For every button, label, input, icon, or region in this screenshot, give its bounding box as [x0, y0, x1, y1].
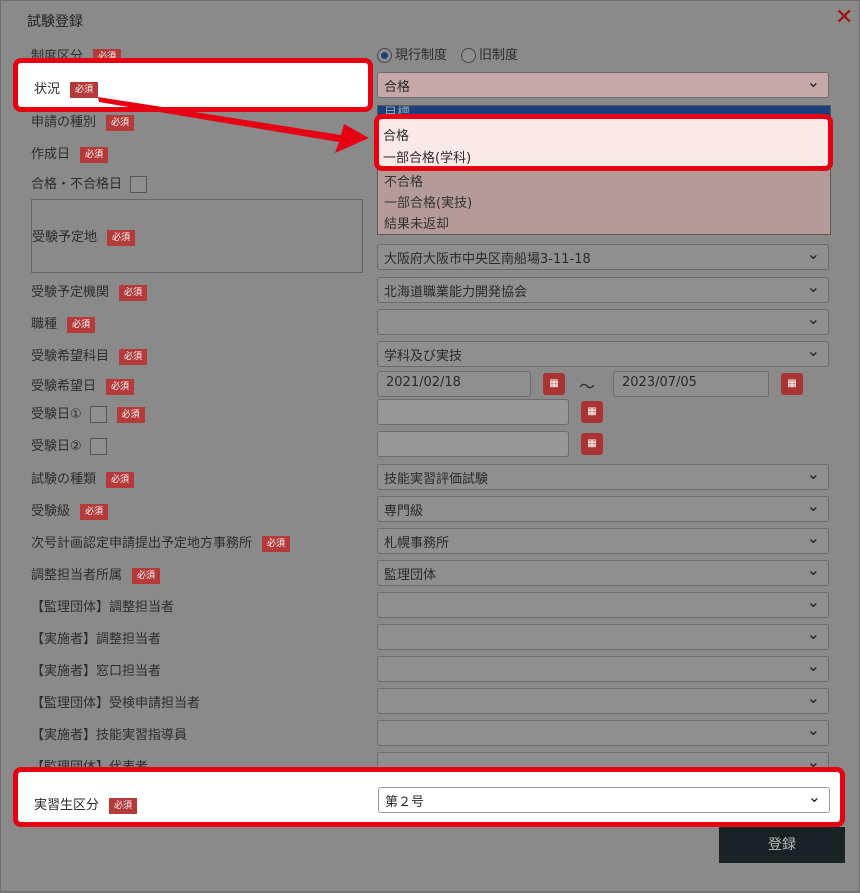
required-badge: 必須	[262, 535, 291, 552]
coordinator-affiliation-select[interactable]: 監理団体	[377, 560, 829, 586]
exam-date-1[interactable]	[377, 399, 569, 425]
calendar-icon[interactable]: ▦	[581, 433, 603, 455]
required-badge: 必須	[132, 567, 161, 584]
grade-select[interactable]: 専門級	[377, 496, 829, 522]
row-chousei-shozoku: 調整担当者所属 必須 監理団体	[31, 560, 831, 586]
row-jisshi-madoguchi: 【実施者】窓口担当者	[31, 656, 831, 682]
row-kanri-jukensha: 【監理団体】受検申請担当者	[31, 688, 831, 714]
checkbox[interactable]	[89, 406, 107, 423]
exam-registration-dialog: 試験登録 ✕ 制度区分必須 現行制度 旧制度 状況必須 合格 申請の種別必須 作…	[0, 0, 860, 892]
exam-org-select[interactable]: 北海道職業能力開発協会	[377, 277, 829, 303]
office-select[interactable]: 札幌事務所	[377, 528, 829, 554]
desired-date-to[interactable]: 2023/07/05	[613, 371, 769, 397]
row-jukenbi1: 受験日① 必須 ▦	[31, 399, 831, 425]
row-kyuu: 受験級 必須 専門級	[31, 496, 831, 522]
job-type-select[interactable]	[377, 309, 829, 335]
subject-select[interactable]: 学科及び実技	[377, 341, 829, 367]
required-badge: 必須	[80, 503, 109, 520]
required-badge: 必須	[109, 797, 138, 814]
calendar-icon[interactable]: ▦	[543, 373, 565, 395]
row-kibou-kamoku: 受験希望科目 必須 学科及び実技	[31, 341, 831, 367]
row-kanri-chousei: 【監理団体】調整担当者	[31, 592, 831, 618]
trainee-category-select[interactable]: 第２号	[378, 787, 830, 813]
calendar-icon[interactable]: ▦	[581, 401, 603, 423]
row-shokushu: 職種 必須	[31, 309, 831, 335]
exam-type-select[interactable]: 技能実習評価試験	[377, 464, 829, 490]
checkbox[interactable]	[89, 438, 107, 455]
row-jisshi-shidou: 【実施者】技能実習指導員	[31, 720, 831, 746]
date-separator: ～	[579, 377, 596, 396]
instructor-select[interactable]	[377, 720, 829, 746]
contact-person-select[interactable]	[377, 656, 829, 682]
highlight-trainee-category: 実習生区分 必須 第２号	[13, 767, 845, 827]
jisshi-coordinator-select[interactable]	[377, 624, 829, 650]
required-badge: 必須	[106, 471, 135, 488]
required-badge: 必須	[119, 348, 148, 365]
required-badge: 必須	[119, 284, 148, 301]
required-badge: 必須	[116, 406, 145, 423]
calendar-icon[interactable]: ▦	[781, 373, 803, 395]
desired-date-from[interactable]: 2021/02/18	[377, 371, 531, 397]
row-jimusho: 次号計画認定申請提出予定地方事務所 必須 札幌事務所	[31, 528, 831, 554]
kanri-coordinator-select[interactable]	[377, 592, 829, 618]
register-button[interactable]: 登録	[719, 827, 845, 863]
row-kibou-bi: 受験希望日 必須 2021/02/18 ▦ ～ 2023/07/05 ▦	[31, 371, 831, 397]
row-jukenbi2: 受験日② ▦	[31, 431, 831, 457]
row-yotei-kikan: 受験予定機関 必須 北海道職業能力開発協会	[31, 277, 831, 303]
row-shiken-shurui: 試験の種類 必須 技能実習評価試験	[31, 464, 831, 490]
row-jisshi-chousei: 【実施者】調整担当者	[31, 624, 831, 650]
application-person-select[interactable]	[377, 688, 829, 714]
required-badge: 必須	[106, 378, 135, 395]
label-kubun: 実習生区分 必須	[34, 794, 138, 814]
required-badge: 必須	[67, 316, 96, 333]
exam-date-2[interactable]	[377, 431, 569, 457]
